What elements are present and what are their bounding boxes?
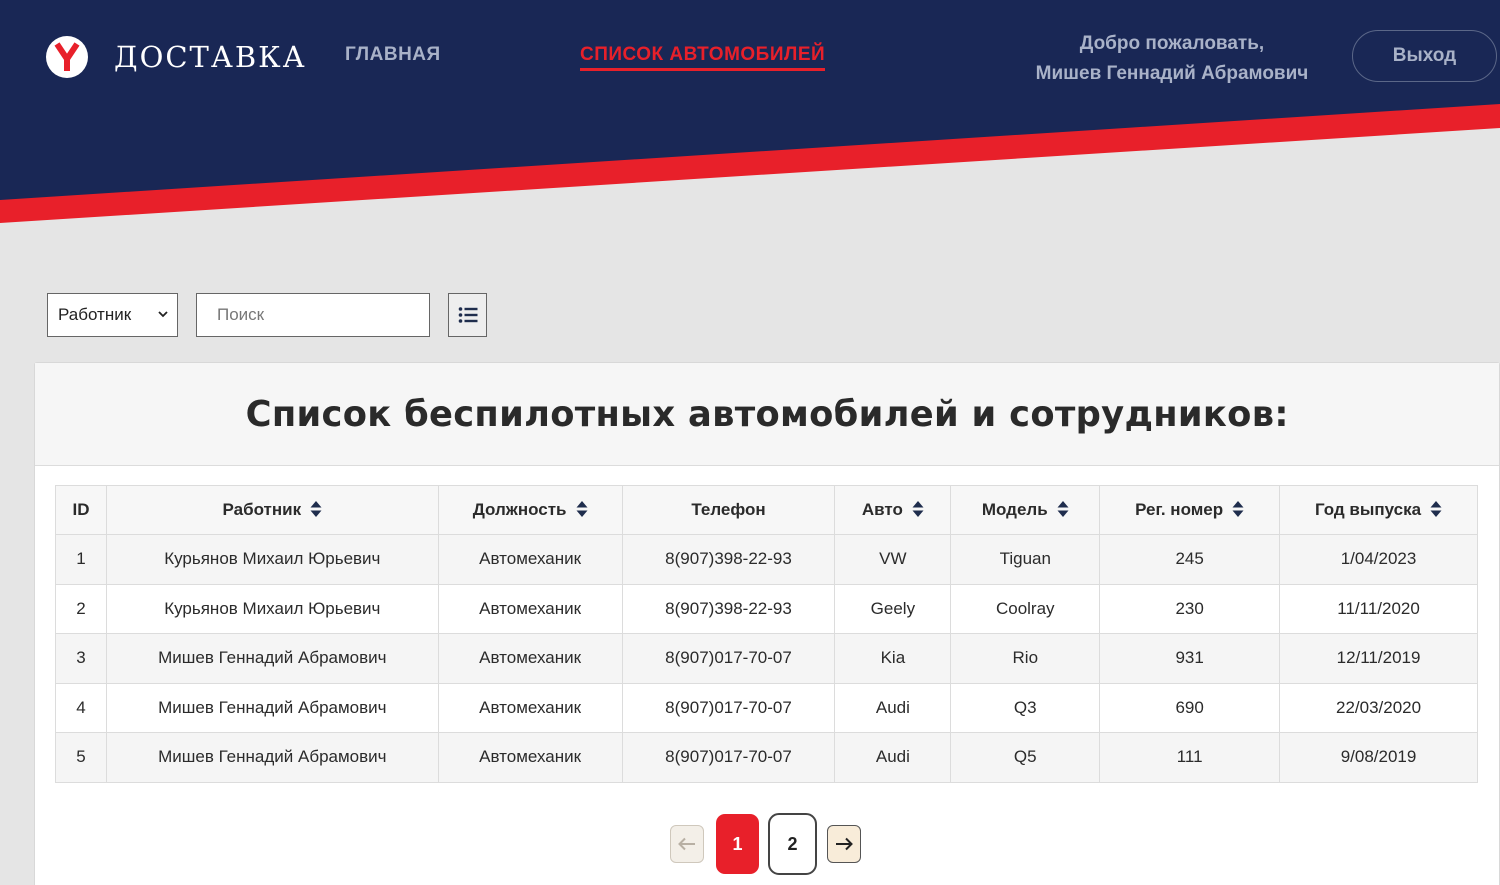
chevron-down-icon	[158, 311, 168, 318]
cell-phone: 8(907)398-22-93	[621, 583, 836, 634]
cell-car: Geely	[834, 583, 952, 634]
welcome-greeting: Добро пожаловать,	[1079, 33, 1265, 54]
cell-reg-number: 690	[1099, 682, 1281, 733]
cell-id: 4	[55, 682, 107, 733]
cell-position: Автомеханик	[437, 534, 623, 585]
cell-reg-number: 931	[1099, 633, 1281, 684]
arrow-right-icon	[836, 837, 853, 851]
header-year[interactable]: Год выпуска	[1279, 485, 1478, 535]
header-position[interactable]: Должность	[437, 485, 623, 535]
table-row: 5 Мишев Геннадий Абрамович Автомеханик 8…	[55, 732, 1478, 783]
cell-phone: 8(907)017-70-07	[621, 633, 836, 684]
cell-id: 1	[55, 534, 107, 585]
cell-worker: Мишев Геннадий Абрамович	[105, 732, 439, 783]
logo[interactable]: ДОСТАВКА	[46, 36, 307, 78]
table-row: 2 Курьянов Михаил Юрьевич Автомеханик 8(…	[55, 583, 1478, 634]
logout-button[interactable]: Выход	[1352, 30, 1497, 82]
cell-model: Coolray	[950, 583, 1101, 634]
cell-reg-number: 111	[1099, 732, 1281, 783]
cell-worker: Мишев Геннадий Абрамович	[105, 682, 439, 733]
table-header-row: ID Работник Должность Телефон Авто Модел…	[55, 485, 1478, 535]
sort-icon[interactable]	[576, 500, 588, 518]
logo-text: ДОСТАВКА	[114, 40, 307, 74]
header-phone: Телефон	[621, 485, 836, 535]
header-model[interactable]: Модель	[950, 485, 1101, 535]
pagination-next-button[interactable]	[827, 825, 861, 863]
header-id: ID	[55, 485, 107, 535]
yandex-y-logo-icon	[46, 36, 88, 78]
cell-year: 12/11/2019	[1279, 633, 1478, 684]
cell-year: 9/08/2019	[1279, 732, 1478, 783]
cell-car: Audi	[834, 682, 952, 733]
card-header: Список беспилотных автомобилей и сотрудн…	[35, 363, 1499, 466]
vehicles-table: ID Работник Должность Телефон Авто Модел…	[55, 485, 1478, 783]
sort-icon[interactable]	[912, 500, 924, 518]
sort-icon[interactable]	[310, 500, 322, 518]
cell-car: Audi	[834, 732, 952, 783]
cell-position: Автомеханик	[437, 732, 623, 783]
search-input[interactable]: Поиск	[196, 293, 430, 337]
cell-id: 5	[55, 732, 107, 783]
cell-position: Автомеханик	[437, 633, 623, 684]
cell-phone: 8(907)017-70-07	[621, 682, 836, 733]
nav-cars-link[interactable]: СПИСОК АВТОМОБИЛЕЙ	[580, 44, 826, 71]
cell-model: Q3	[950, 682, 1101, 733]
cell-reg-number: 230	[1099, 583, 1281, 634]
list-view-button[interactable]	[448, 293, 487, 337]
welcome-user-name: Мишев Геннадий Абрамович	[1035, 63, 1309, 84]
filter-select-value: Работник	[58, 305, 132, 324]
header-car[interactable]: Авто	[834, 485, 952, 535]
vehicles-card: Список беспилотных автомобилей и сотрудн…	[34, 362, 1500, 885]
cell-worker: Курьянов Михаил Юрьевич	[105, 583, 439, 634]
pagination: 1 2	[0, 813, 1500, 875]
cell-year: 1/04/2023	[1279, 534, 1478, 585]
cell-year: 11/11/2020	[1279, 583, 1478, 634]
pagination-page-2[interactable]: 2	[768, 813, 817, 875]
cell-worker: Курьянов Михаил Юрьевич	[105, 534, 439, 585]
table-row: 3 Мишев Геннадий Абрамович Автомеханик 8…	[55, 633, 1478, 684]
cell-model: Q5	[950, 732, 1101, 783]
cell-model: Rio	[950, 633, 1101, 684]
cell-id: 2	[55, 583, 107, 634]
cell-year: 22/03/2020	[1279, 682, 1478, 733]
cell-id: 3	[55, 633, 107, 684]
header-reg-number[interactable]: Рег. номер	[1099, 485, 1281, 535]
page-title: Список беспилотных автомобилей и сотрудн…	[245, 393, 1289, 435]
pagination-prev-button[interactable]	[670, 825, 704, 863]
cell-car: VW	[834, 534, 952, 585]
list-icon	[458, 307, 477, 323]
sort-icon[interactable]	[1232, 500, 1244, 518]
cell-phone: 8(907)017-70-07	[621, 732, 836, 783]
cell-model: Tiguan	[950, 534, 1101, 585]
nav-home-link[interactable]: ГЛАВНАЯ	[345, 44, 441, 66]
cell-car: Kia	[834, 633, 952, 684]
sort-icon[interactable]	[1430, 500, 1442, 518]
sort-icon[interactable]	[1057, 500, 1069, 518]
cell-worker: Мишев Геннадий Абрамович	[105, 633, 439, 684]
cell-position: Автомеханик	[437, 682, 623, 733]
table-row: 4 Мишев Геннадий Абрамович Автомеханик 8…	[55, 682, 1478, 733]
cell-position: Автомеханик	[437, 583, 623, 634]
arrow-left-icon	[678, 837, 695, 851]
pagination-page-1[interactable]: 1	[716, 814, 759, 874]
cell-phone: 8(907)398-22-93	[621, 534, 836, 585]
table-row: 1 Курьянов Михаил Юрьевич Автомеханик 8(…	[55, 534, 1478, 585]
filter-select[interactable]: Работник	[47, 293, 178, 337]
header-worker[interactable]: Работник	[105, 485, 439, 535]
search-placeholder: Поиск	[217, 305, 265, 324]
cell-reg-number: 245	[1099, 534, 1281, 585]
welcome-text: Добро пожаловать, Мишев Геннадий Абрамов…	[1000, 29, 1344, 89]
